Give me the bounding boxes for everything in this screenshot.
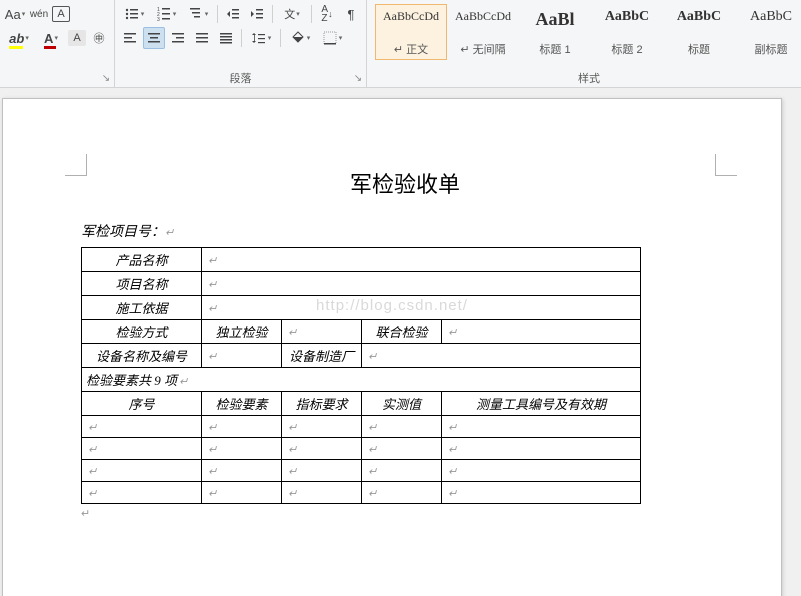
align-left-button[interactable] (119, 27, 141, 49)
cell-equip-name-label: 设备名称及编号 (82, 344, 202, 368)
hdr-requirement: 指标要求 (282, 392, 362, 416)
decrease-indent-button[interactable] (222, 3, 244, 25)
styles-group: AaBbCcDd ↵ 正文 AaBbCcDd ↵ 无间隔 AaBl 标题 1 AaBbC 标题… (367, 0, 801, 87)
style-preview: AaBbCcDd (450, 9, 516, 24)
cell-basis-label: 施工依据 (82, 296, 202, 320)
paragraph-dialog-launcher[interactable]: ↘ (352, 73, 364, 85)
cell-basis-value: ↵ (202, 296, 641, 320)
borders-button[interactable]: ▾ (317, 27, 347, 49)
cell-manufacturer-label: 设备制造厂 (282, 344, 362, 368)
phonetic-guide-button[interactable]: wén (28, 3, 50, 25)
distribute-button[interactable] (215, 27, 237, 49)
page-margin-mark-tl (65, 154, 87, 176)
shading-button[interactable]: ▾ (285, 27, 315, 49)
ribbon: Aa▾ wén A ab▾ A▾ A ㊥ ↘ ▾ 123▾ ▾ 文▾ AZ↓ ¶ (0, 0, 801, 88)
style-gallery: AaBbCcDd ↵ 正文 AaBbCcDd ↵ 无间隔 AaBl 标题 1 AaBbC 标题… (371, 2, 801, 60)
text-direction-button[interactable]: 文▾ (277, 3, 307, 25)
cell-product-label: 产品名称 (82, 248, 202, 272)
paragraph-group-label: 段落 (115, 70, 366, 86)
document-table: 产品名称↵ 项目名称↵ 施工依据↵ 检验方式 独立检验 ↵ 联合检验 ↵ 设备名… (81, 247, 641, 504)
style-preview: AaBbCcDd (378, 9, 444, 24)
style-name: ↵ 正文 (378, 41, 444, 57)
style-item-5[interactable]: AaBbC 副标题 (735, 4, 801, 60)
cell-independent-label: 独立检验 (202, 320, 282, 344)
cell-joint-label: 联合检验 (362, 320, 442, 344)
enclose-char-button[interactable]: ㊥ (88, 27, 110, 49)
style-name: 标题 2 (594, 41, 660, 57)
data-row: ↵↵↵↵↵ (82, 416, 641, 438)
char-border-button[interactable]: A (52, 6, 70, 22)
cell-manufacturer-value: ↵ (362, 344, 641, 368)
project-number-line: 军检项目号：↵ (81, 221, 729, 241)
style-preview: AaBbC (738, 9, 801, 25)
data-row: ↵↵↵↵↵ (82, 482, 641, 504)
font-dialog-launcher[interactable]: ↘ (100, 73, 112, 85)
cell-equip-name-value: ↵ (202, 344, 282, 368)
cell-project-label: 项目名称 (82, 272, 202, 296)
style-name: ↵ 无间隔 (450, 41, 516, 57)
bullets-button[interactable]: ▾ (119, 3, 149, 25)
page: http://blog.csdn.net/ 军检验收单 军检项目号：↵ 产品名称… (2, 98, 782, 596)
cell-element-count: 检验要素共 9 项↵ (82, 368, 641, 392)
cell-project-value: ↵ (202, 272, 641, 296)
style-item-2[interactable]: AaBl 标题 1 (519, 4, 591, 60)
cell-method-label: 检验方式 (82, 320, 202, 344)
increase-indent-button[interactable] (246, 3, 268, 25)
row-project: 项目名称↵ (82, 272, 641, 296)
highlight-color-button[interactable]: ab▾ (4, 27, 34, 49)
numbering-button[interactable]: 123▾ (151, 3, 181, 25)
style-item-0[interactable]: AaBbCcDd ↵ 正文 (375, 4, 447, 60)
style-preview: AaBbC (594, 9, 660, 25)
style-item-4[interactable]: AaBbC 标题 (663, 4, 735, 60)
row-basis: 施工依据↵ (82, 296, 641, 320)
style-name: 副标题 (738, 41, 801, 57)
paragraph-group: ▾ 123▾ ▾ 文▾ AZ↓ ¶ ▾ ▾ ▾ 段落 ↘ (115, 0, 367, 87)
hdr-tool: 测量工具编号及有效期 (442, 392, 641, 416)
para-mark-icon: ↵ (81, 508, 90, 520)
data-row: ↵↵↵↵↵ (82, 460, 641, 482)
style-preview: AaBbC (666, 9, 732, 25)
font-color-button[interactable]: A▾ (36, 27, 66, 49)
data-row: ↵↵↵↵↵ (82, 438, 641, 460)
project-number-label: 军检项目号： (81, 225, 165, 240)
hdr-measured: 实测值 (362, 392, 442, 416)
cell-joint-value: ↵ (442, 320, 641, 344)
font-group: Aa▾ wén A ab▾ A▾ A ㊥ ↘ (0, 0, 115, 87)
document-area[interactable]: http://blog.csdn.net/ 军检验收单 军检项目号：↵ 产品名称… (0, 88, 801, 596)
char-shading-button[interactable]: A (68, 30, 86, 46)
style-name: 标题 (666, 41, 732, 57)
style-name: 标题 1 (522, 41, 588, 57)
document-title: 军检验收单 (81, 167, 729, 199)
style-item-3[interactable]: AaBbC 标题 2 (591, 4, 663, 60)
row-headers: 序号 检验要素 指标要求 实测值 测量工具编号及有效期 (82, 392, 641, 416)
align-center-button[interactable] (143, 27, 165, 49)
para-mark-icon: ↵ (165, 227, 174, 239)
style-preview: AaBl (522, 9, 588, 30)
styles-group-label: 样式 (367, 70, 801, 86)
justify-button[interactable] (191, 27, 213, 49)
cell-product-value: ↵ (202, 248, 641, 272)
cell-independent-value: ↵ (282, 320, 362, 344)
hdr-seq: 序号 (82, 392, 202, 416)
sort-button[interactable]: AZ↓ (316, 3, 338, 25)
row-count: 检验要素共 9 项↵ (82, 368, 641, 392)
row-method: 检验方式 独立检验 ↵ 联合检验 ↵ (82, 320, 641, 344)
page-margin-mark-tr (715, 154, 737, 176)
align-right-button[interactable] (167, 27, 189, 49)
multilevel-list-button[interactable]: ▾ (183, 3, 213, 25)
line-spacing-button[interactable]: ▾ (246, 27, 276, 49)
row-product: 产品名称↵ (82, 248, 641, 272)
svg-text:3: 3 (157, 17, 160, 22)
style-item-1[interactable]: AaBbCcDd ↵ 无间隔 (447, 4, 519, 60)
hdr-element: 检验要素 (202, 392, 282, 416)
row-equipment: 设备名称及编号 ↵ 设备制造厂 ↵ (82, 344, 641, 368)
show-marks-button[interactable]: ¶ (340, 3, 362, 25)
change-case-button[interactable]: Aa▾ (4, 3, 26, 25)
